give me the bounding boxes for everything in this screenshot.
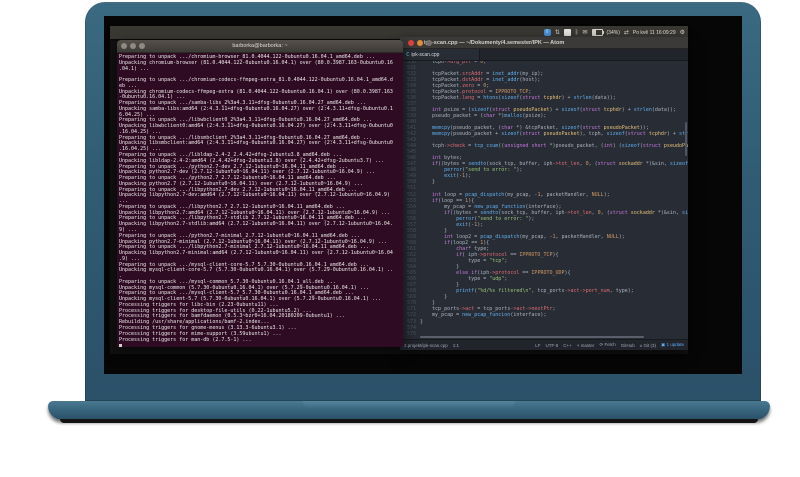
code-text: tcpPacket.leng = htons(sizeof(struct tcp… (420, 94, 616, 101)
status-bar-right: LF UTF-8 C++ ⑂ master ⟳ Fetch GitHub ± Git (3)… (535, 342, 684, 348)
terminal-line: Unpacking samba-libs:amd64 (2:4.3.11+dfs… (119, 105, 393, 112)
code-text: my_pcap = new_pcap_funcion(interface); (420, 312, 547, 319)
clock-label[interactable]: Po kvě 11 16:09:29 (633, 30, 676, 36)
code-line: 544 tcph->check = tcp_csum((unsigned sho… (400, 143, 688, 149)
encoding-indicator[interactable]: UTF-8 (545, 343, 558, 348)
terminal-titlebar[interactable]: barborka@barborka: ~ (117, 40, 403, 53)
update-available-button[interactable]: ▣ 1 update (661, 342, 684, 348)
code-editor[interactable]: 530 tcph->urg_ptr = 0; 531 532 tcpPacket.s… (400, 61, 688, 339)
vertical-scrollbar[interactable] (685, 121, 687, 156)
laptop-lid: ᛒ ⇅ ᛒ ✉ (34%) ⇄ Po kvě 11 16:09:29 ⚙ barborka@b… (85, 2, 761, 401)
keyboard-layout-indicator[interactable] (563, 29, 571, 36)
desktop: ᛒ ⇅ ᛒ ✉ (34%) ⇄ Po kvě 11 16:09:29 ⚙ barborka@b… (110, 26, 688, 354)
c-language-icon: C (406, 51, 410, 58)
code-line: 542 memcpy(pseudo_packet + sizeof(struct… (400, 131, 688, 137)
code-text: pseudo_packet = (char *)malloc(psize); (420, 112, 547, 119)
atom-window: ipk-scan.cpp — ~/Dokumenty/4.semester/IP… (400, 37, 688, 350)
status-bar: 2.projekt/ipk-scan.cpp 1:1 LF UTF-8 C++ ⑂ m… (400, 339, 688, 350)
line-ending-indicator[interactable]: LF (535, 343, 540, 348)
bluetooth-icon[interactable]: ᛒ (575, 30, 579, 36)
grammar-indicator[interactable]: C++ (563, 343, 572, 348)
terminal-output[interactable]: Preparing to unpack .../chromium-browser… (117, 53, 403, 347)
code-text: printf("%d/%s filtered\n", tcp_ports->ac… (456, 288, 634, 295)
git-branch-indicator[interactable]: ⑂ master (577, 343, 595, 348)
session-arrows-icon[interactable]: ⇄ (624, 30, 629, 36)
terminal-title: barborka@barborka: ~ (232, 43, 288, 49)
terminal-window: barborka@barborka: ~ Preparing to unpack… (117, 40, 403, 347)
laptop-screen: ᛒ ⇅ ᛒ ✉ (34%) ⇄ Po kvě 11 16:09:29 ⚙ barborka@b… (104, 16, 742, 374)
code-text: } (420, 179, 436, 186)
terminal-line: Unpacking chromium-browser (81.0.4044.12… (119, 59, 393, 66)
tab-bar: C ipk-scan.cpp (400, 49, 688, 61)
gear-icon[interactable]: ⚙ (680, 30, 685, 36)
minimize-button[interactable] (417, 39, 423, 46)
terminal-line: Unpacking libpython2.7-minimal:amd64 (2.… (119, 250, 393, 257)
code-text: memcpy(pseudo_packet + sizeof(struct pse… (432, 131, 688, 138)
mail-icon[interactable]: ✉ (582, 30, 587, 36)
laptop-base-shadow (60, 419, 758, 423)
terminal-line: Unpacking mysql-client-core-5.7 (5.7.30-… (119, 267, 393, 274)
terminal-line: Unpacking libpython2.7-stdlib:amd64 (2.7… (119, 221, 393, 228)
code-text: } (420, 318, 424, 325)
terminal-line: Unpacking libwbclient0:amd64 (2:4.3.11+d… (119, 123, 393, 130)
cursor-position-indicator[interactable]: 1:1 (453, 343, 459, 348)
fetch-button[interactable]: ⟳ Fetch (599, 342, 615, 348)
atom-window-title: ipk-scan.cpp — ~/Dokumenty/4.semester/IP… (424, 39, 565, 46)
close-button[interactable] (408, 39, 414, 46)
line-number: 575 (406, 330, 416, 337)
file-path-indicator[interactable]: 2.projekt/ipk-scan.cpp (404, 343, 448, 348)
terminal-cursor (119, 344, 122, 347)
terminal-line: Unpacking libpython2.7-dev:amd64 (2.7.12… (119, 192, 390, 199)
tab-label: ipk-scan.cpp (411, 51, 440, 58)
code-text: tcph->check = tcp_csum((unsigned short *… (420, 143, 688, 150)
battery-icon[interactable] (591, 29, 604, 36)
bluetooth-manager-icon[interactable]: ᛒ (543, 29, 551, 36)
laptop-base (48, 401, 770, 423)
laptop-base-notch (303, 401, 515, 408)
battery-percent-label[interactable]: (34%) (607, 30, 620, 36)
terminal-line: Preparing to unpack .../chromium-codecs-… (119, 77, 393, 84)
github-button[interactable]: GitHub (621, 343, 635, 348)
network-icon[interactable]: ⇅ (555, 30, 560, 36)
atom-titlebar[interactable]: ipk-scan.cpp — ~/Dokumenty/4.semester/IP… (400, 37, 688, 49)
terminal-prompt-line (119, 343, 403, 347)
tab-ipk-scan-cpp[interactable]: C ipk-scan.cpp (400, 49, 480, 60)
horizontal-scrollbar[interactable] (420, 336, 644, 338)
maximize-button[interactable] (426, 39, 432, 46)
terminal-line: Unpacking libsmbclient:amd64 (2:4.3.11+d… (119, 140, 393, 147)
git-changes-indicator[interactable]: ± Git (3) (640, 343, 656, 348)
code-text: tcph->urg_ptr = 0; (420, 61, 487, 65)
